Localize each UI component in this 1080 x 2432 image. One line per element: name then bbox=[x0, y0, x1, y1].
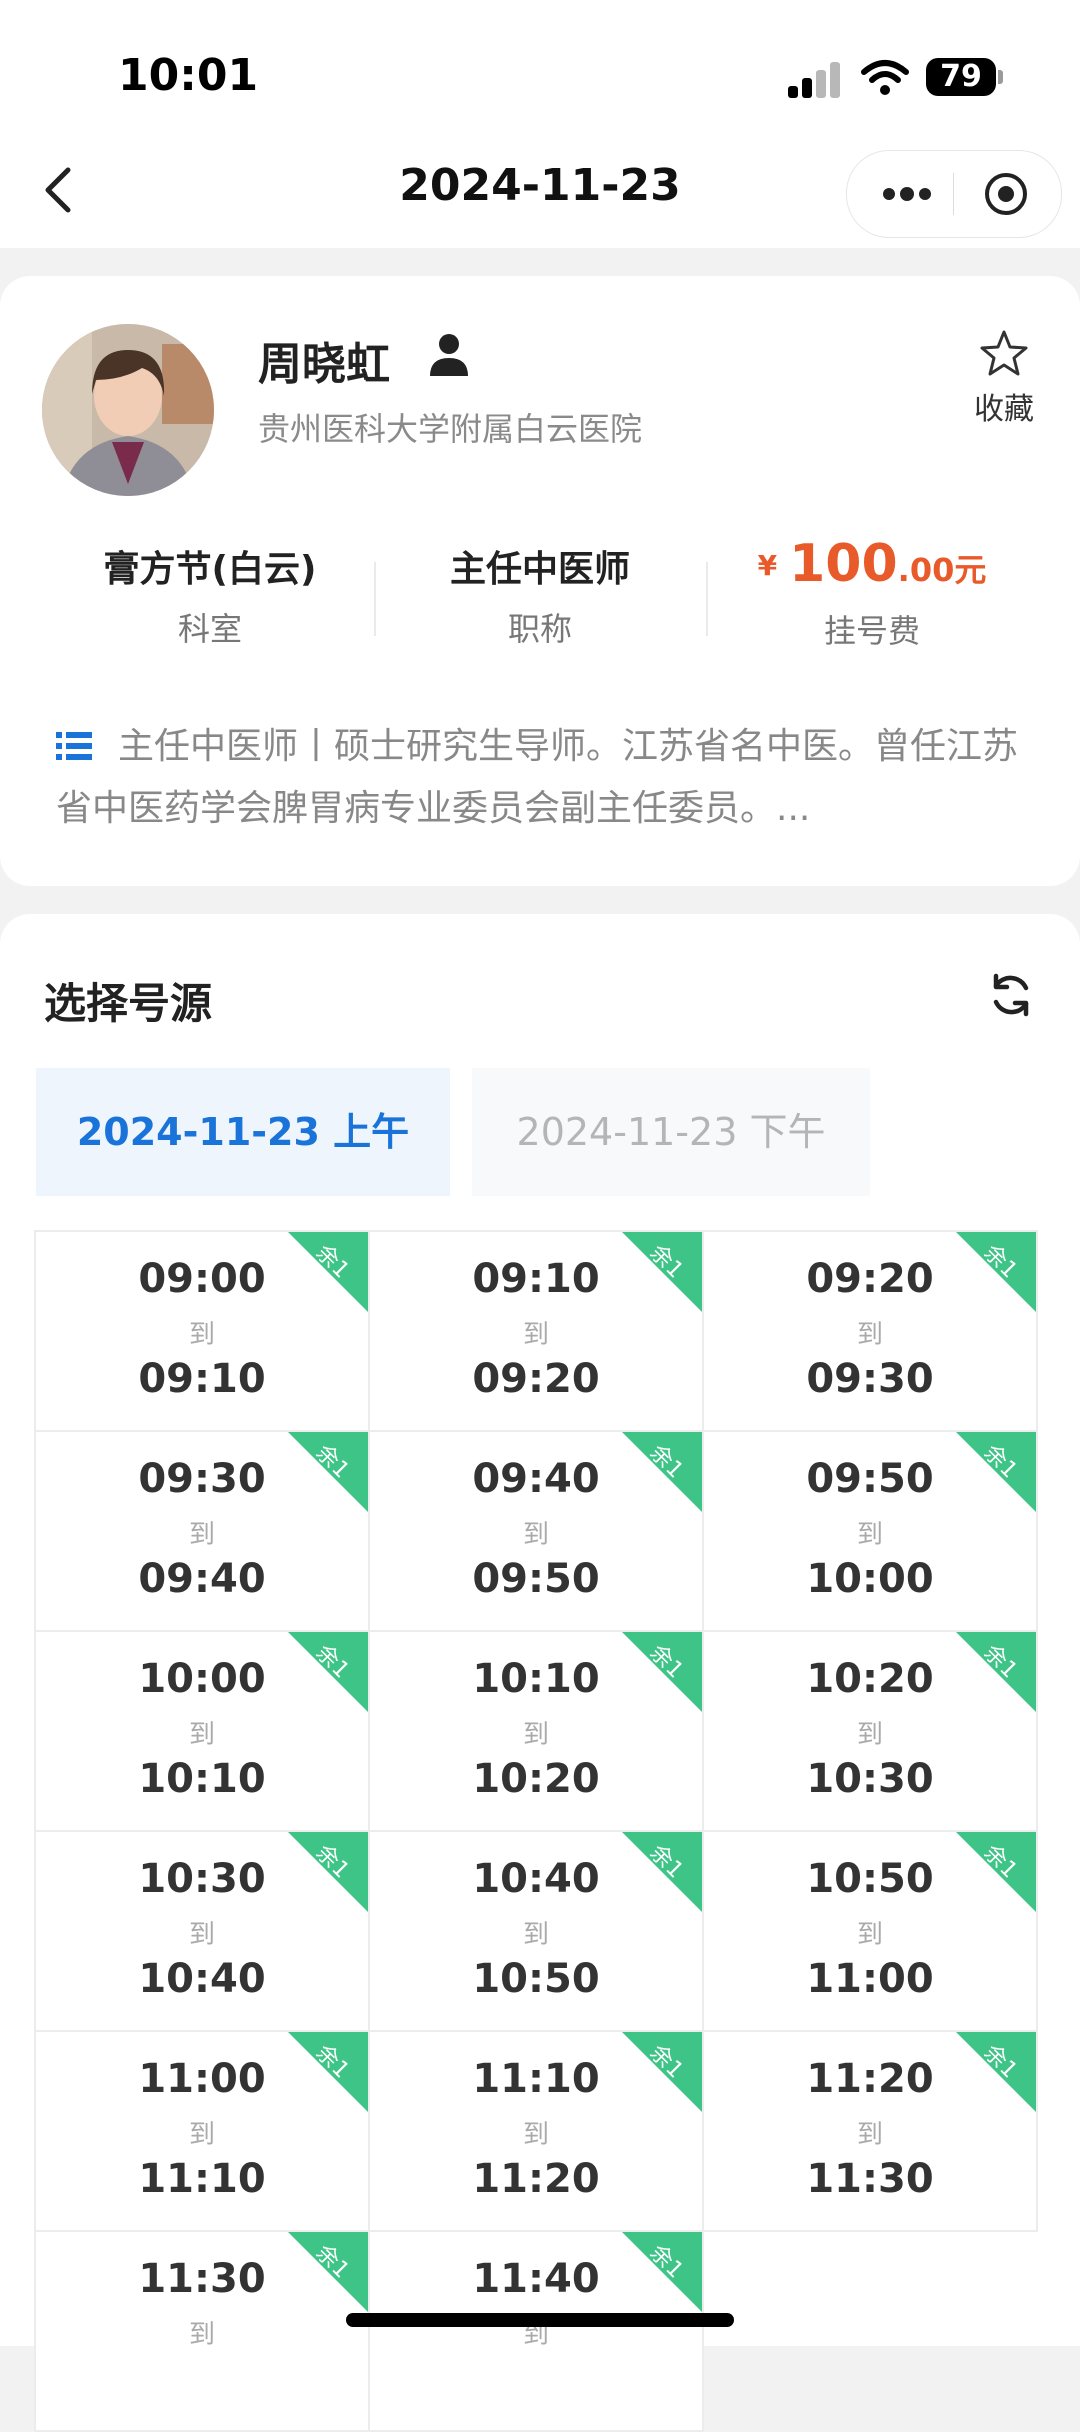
slot-to-label: 到 bbox=[856, 1520, 883, 1550]
time-slot[interactable]: 09:10 到 09:20 余1 bbox=[368, 1230, 704, 1432]
slot-end-time: 10:30 bbox=[806, 1756, 934, 1802]
fee-value: ¥100.00元 bbox=[722, 534, 1022, 594]
fee-integer: 100 bbox=[789, 534, 898, 594]
schedule-card: 选择号源 2024-11-23 上午 2024-11-23 下午 09:00 到 0… bbox=[0, 914, 1080, 2432]
star-icon bbox=[980, 330, 1028, 376]
section-title: 选择号源 bbox=[44, 979, 213, 1028]
hospital-name: 贵州医科大学附属白云医院 bbox=[258, 410, 643, 448]
fee-stat: ¥100.00元 挂号费 bbox=[722, 534, 1022, 652]
slot-to-label: 到 bbox=[522, 1920, 549, 1950]
department-value: 膏方节(白云) bbox=[103, 549, 317, 590]
mini-program-capsule bbox=[846, 150, 1062, 238]
slot-end-time: 10:10 bbox=[138, 1756, 266, 1802]
title-label: 职称 bbox=[507, 610, 572, 648]
more-icon[interactable] bbox=[877, 175, 937, 213]
title-value: 主任中医师 bbox=[449, 549, 630, 590]
battery-tip bbox=[998, 70, 1003, 84]
favorite-label: 收藏 bbox=[974, 392, 1034, 427]
status-time: 10:01 bbox=[118, 50, 259, 101]
time-slot[interactable]: 09:50 到 10:00 余1 bbox=[702, 1430, 1038, 1632]
back-button[interactable] bbox=[30, 160, 90, 220]
slot-to-label: 到 bbox=[522, 1720, 549, 1750]
slot-to-label: 到 bbox=[188, 2320, 215, 2350]
time-slot[interactable]: 09:20 到 09:30 余1 bbox=[702, 1230, 1038, 1432]
wifi-icon bbox=[861, 60, 909, 95]
intro-text: 主任中医师丨硕士研究生导师。江苏省名中医。曾任江苏省中医药学会脾胃病专业委员会副… bbox=[56, 726, 1019, 829]
close-icon[interactable] bbox=[983, 171, 1029, 217]
slot-to-label: 到 bbox=[856, 1920, 883, 1950]
time-slot[interactable]: 11:10 到 11:20 余1 bbox=[368, 2030, 704, 2232]
slot-end-time: 10:20 bbox=[472, 1756, 600, 1802]
department-stat: 膏方节(白云) 科室 bbox=[60, 540, 360, 650]
time-slot[interactable]: 10:30 到 10:40 余1 bbox=[34, 1830, 370, 2032]
slot-to-label: 到 bbox=[188, 1320, 215, 1350]
tab-afternoon[interactable]: 2024-11-23 下午 bbox=[472, 1068, 870, 1196]
signal-icon bbox=[788, 62, 842, 98]
time-slot[interactable]: 11:30 到余1 bbox=[34, 2230, 370, 2432]
slot-to-label: 到 bbox=[188, 1520, 215, 1550]
stat-divider bbox=[706, 562, 708, 636]
doctor-avatar bbox=[42, 324, 214, 496]
time-slot[interactable]: 09:30 到 09:40 余1 bbox=[34, 1430, 370, 1632]
slot-to-label: 到 bbox=[522, 1520, 549, 1550]
time-slot[interactable]: 10:40 到 10:50 余1 bbox=[368, 1830, 704, 2032]
doctor-card: 周晓虹 贵州医科大学附属白云医院 收藏 膏方节(白云) 科室 主任中医师 职称 … bbox=[0, 276, 1080, 886]
slot-end-time: 10:50 bbox=[472, 1956, 600, 2002]
top-bar: 10:01 79 2024-11-23 bbox=[0, 0, 1080, 248]
stat-divider bbox=[374, 562, 376, 636]
time-slot[interactable]: 10:10 到 10:20 余1 bbox=[368, 1630, 704, 1832]
time-slot[interactable]: 11:20 到 11:30 余1 bbox=[702, 2030, 1038, 2232]
refresh-icon[interactable] bbox=[986, 970, 1036, 1020]
capsule-divider bbox=[953, 173, 954, 215]
slot-end-time: 09:40 bbox=[138, 1556, 266, 1602]
doctor-name: 周晓虹 bbox=[258, 339, 390, 390]
slot-end-time: 09:50 bbox=[472, 1556, 600, 1602]
slot-end-time: 10:40 bbox=[138, 1956, 266, 2002]
list-icon bbox=[56, 732, 92, 760]
slot-to-label: 到 bbox=[856, 1720, 883, 1750]
slot-end-time: 09:30 bbox=[806, 1356, 934, 1402]
doctor-intro[interactable]: 主任中医师丨硕士研究生导师。江苏省名中医。曾任江苏省中医药学会脾胃病专业委员会副… bbox=[56, 716, 1032, 840]
time-slot[interactable]: 11:40 到余1 bbox=[368, 2230, 704, 2432]
slot-end-time: 11:00 bbox=[806, 1956, 934, 2002]
favorite-button[interactable]: 收藏 bbox=[964, 328, 1044, 428]
slot-to-label: 到 bbox=[522, 2120, 549, 2150]
slot-to-label: 到 bbox=[188, 2120, 215, 2150]
home-indicator bbox=[346, 2313, 734, 2327]
time-slot[interactable]: 10:50 到 11:00 余1 bbox=[702, 1830, 1038, 2032]
department-label: 科室 bbox=[177, 610, 242, 648]
fee-label: 挂号费 bbox=[823, 612, 920, 650]
slot-to-label: 到 bbox=[188, 1920, 215, 1950]
slot-end-time: 11:30 bbox=[806, 2156, 934, 2202]
slot-to-label: 到 bbox=[856, 2120, 883, 2150]
time-slot[interactable]: 11:00 到 11:10 余1 bbox=[34, 2030, 370, 2232]
slot-end-time: 10:00 bbox=[806, 1556, 934, 1602]
person-icon bbox=[430, 334, 468, 376]
battery-icon: 79 bbox=[926, 58, 996, 96]
page-title: 2024-11-23 bbox=[399, 160, 681, 211]
slot-end-time: 11:20 bbox=[472, 2156, 600, 2202]
time-slot[interactable]: 09:40 到 09:50 余1 bbox=[368, 1430, 704, 1632]
slot-end-time: 11:10 bbox=[138, 2156, 266, 2202]
time-slot[interactable]: 10:00 到 10:10 余1 bbox=[34, 1630, 370, 1832]
slot-to-label: 到 bbox=[522, 1320, 549, 1350]
fee-decimal: .00元 bbox=[897, 551, 987, 589]
time-slot[interactable]: 09:00 到 09:10 余1 bbox=[34, 1230, 370, 1432]
time-slot[interactable]: 10:20 到 10:30 余1 bbox=[702, 1630, 1038, 1832]
title-stat: 主任中医师 职称 bbox=[390, 540, 690, 650]
slot-end-time: 09:20 bbox=[472, 1356, 600, 1402]
fee-currency: ¥ bbox=[757, 549, 778, 582]
slot-to-label: 到 bbox=[856, 1320, 883, 1350]
slot-end-time: 09:10 bbox=[138, 1356, 266, 1402]
slot-to-label: 到 bbox=[188, 1720, 215, 1750]
tab-morning[interactable]: 2024-11-23 上午 bbox=[36, 1068, 450, 1196]
